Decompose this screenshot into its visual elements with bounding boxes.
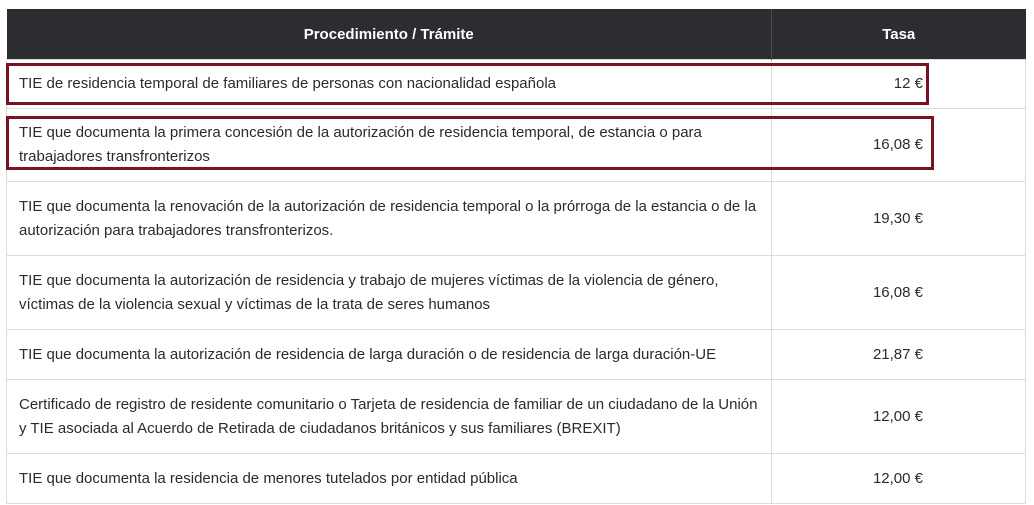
- table-header: Procedimiento / Trámite Tasa: [6, 9, 1026, 60]
- header-procedure: Procedimiento / Trámite: [6, 9, 772, 60]
- procedure-cell: TIE que documenta la autorización de res…: [6, 329, 772, 380]
- fee-table: Procedimiento / Trámite Tasa TIE de resi…: [6, 9, 1026, 504]
- fee-cell: 12,00 €: [771, 379, 1026, 454]
- fee-cell: 16,08 €: [771, 108, 1026, 182]
- table-row: TIE de residencia temporal de familiares…: [6, 59, 1026, 109]
- procedure-cell: TIE que documenta la residencia de menor…: [6, 453, 772, 504]
- table-row: Certificado de registro de residente com…: [6, 379, 1026, 454]
- table-row: TIE que documenta la renovación de la au…: [6, 181, 1026, 256]
- table-row: TIE que documenta la residencia de menor…: [6, 453, 1026, 504]
- table-row: TIE que documenta la autorización de res…: [6, 255, 1026, 330]
- fee-cell: 19,30 €: [771, 181, 1026, 256]
- fee-cell: 12,00 €: [771, 453, 1026, 504]
- header-row: Procedimiento / Trámite Tasa: [6, 9, 1026, 60]
- procedure-cell: TIE que documenta la primera concesión d…: [6, 108, 772, 182]
- fee-cell: 16,08 €: [771, 255, 1026, 330]
- procedure-cell: TIE de residencia temporal de familiares…: [6, 59, 772, 109]
- procedure-cell: Certificado de registro de residente com…: [6, 379, 772, 454]
- procedure-cell: TIE que documenta la autorización de res…: [6, 255, 772, 330]
- table-row: TIE que documenta la primera concesión d…: [6, 108, 1026, 182]
- table-body: TIE de residencia temporal de familiares…: [6, 59, 1026, 504]
- fee-cell: 21,87 €: [771, 329, 1026, 380]
- header-fee: Tasa: [771, 9, 1026, 60]
- fee-cell: 12 €: [771, 59, 1026, 109]
- procedure-cell: TIE que documenta la renovación de la au…: [6, 181, 772, 256]
- table-row: TIE que documenta la autorización de res…: [6, 329, 1026, 380]
